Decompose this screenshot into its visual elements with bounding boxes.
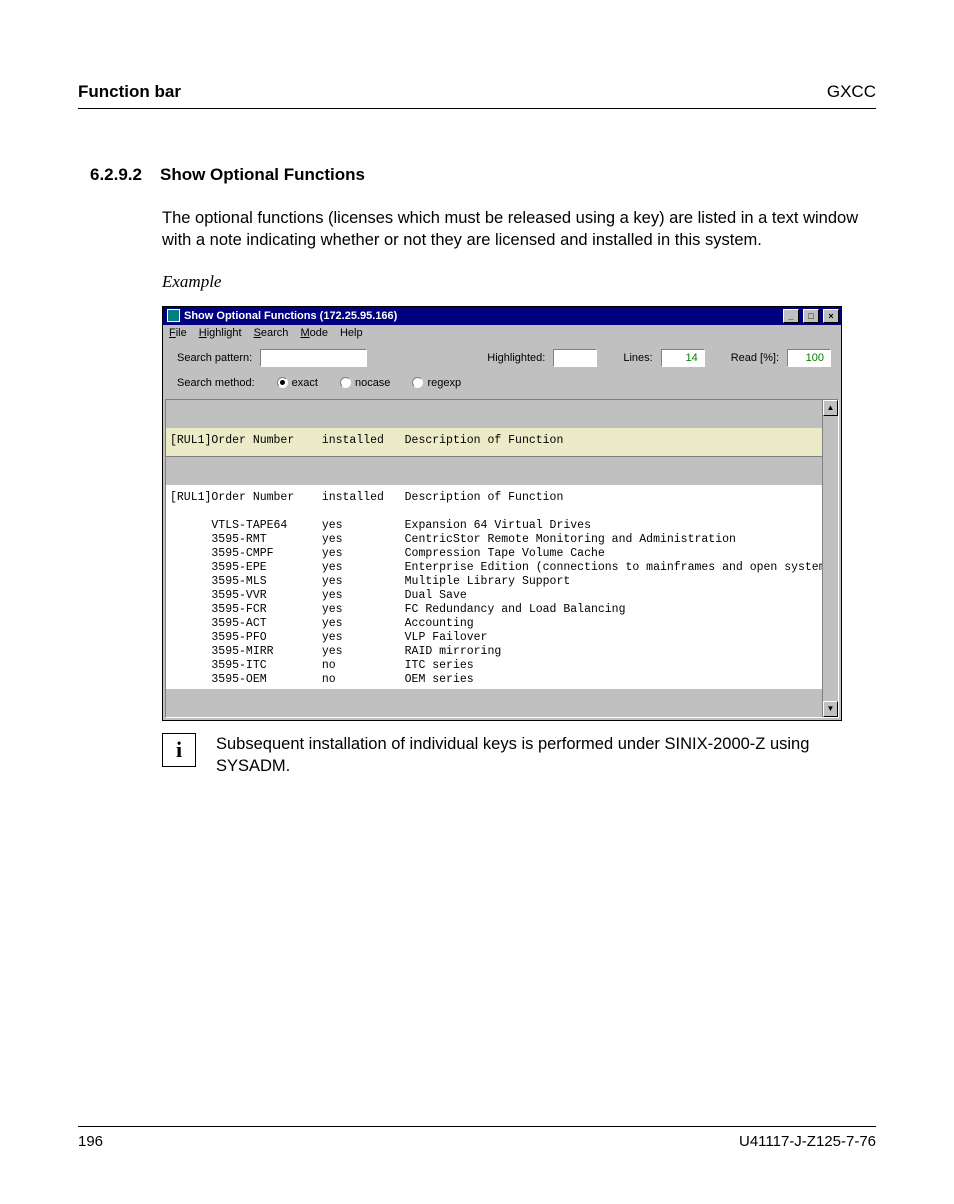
- search-row-2: Search method: exact nocase regexp: [163, 371, 841, 399]
- menu-help[interactable]: Help: [340, 327, 363, 339]
- section-paragraph: The optional functions (licenses which m…: [162, 207, 876, 252]
- dialog-window: Show Optional Functions (172.25.95.166) …: [162, 306, 842, 721]
- menu-mode[interactable]: Mode: [300, 327, 328, 339]
- vertical-scrollbar[interactable]: ▲ ▼: [822, 400, 838, 717]
- lines-value: 14: [661, 349, 705, 367]
- info-note-text: Subsequent installation of individual ke…: [216, 733, 876, 778]
- close-button[interactable]: ×: [823, 309, 839, 323]
- doc-id: U41117-J-Z125-7-76: [739, 1133, 876, 1150]
- menu-highlight[interactable]: Highlight: [199, 327, 242, 339]
- radio-nocase-label: nocase: [355, 377, 390, 389]
- section-heading: 6.2.9.2 Show Optional Functions: [78, 165, 876, 185]
- info-note: i Subsequent installation of individual …: [162, 733, 876, 778]
- minimize-button[interactable]: _: [783, 309, 799, 323]
- menu-search[interactable]: Search: [254, 327, 289, 339]
- search-method-label: Search method:: [177, 377, 255, 389]
- example-label: Example: [162, 272, 876, 292]
- radio-dot-icon: [340, 377, 351, 388]
- info-icon: i: [162, 733, 196, 767]
- window-title: Show Optional Functions (172.25.95.166): [184, 310, 781, 322]
- readpct-value: 100: [787, 349, 831, 367]
- text-pane: [RUL1]Order Number installed Description…: [165, 399, 839, 718]
- page-header: Function bar GXCC: [78, 82, 876, 109]
- scroll-up-icon[interactable]: ▲: [823, 400, 838, 416]
- section-title: Show Optional Functions: [160, 165, 365, 185]
- page-number: 196: [78, 1133, 103, 1150]
- search-row-1: Search pattern: Highlighted: Lines: 14 R…: [163, 341, 841, 371]
- radio-exact[interactable]: exact: [277, 377, 318, 389]
- radio-dot-icon: [412, 377, 423, 388]
- highlighted-value: [553, 349, 597, 367]
- titlebar[interactable]: Show Optional Functions (172.25.95.166) …: [163, 307, 841, 325]
- radio-regexp-label: regexp: [427, 377, 461, 389]
- highlighted-label: Highlighted:: [487, 352, 545, 364]
- header-left: Function bar: [78, 82, 181, 102]
- search-pattern-label: Search pattern:: [177, 352, 252, 364]
- scroll-down-icon[interactable]: ▼: [823, 701, 838, 717]
- search-pattern-input[interactable]: [260, 349, 367, 367]
- section-number: 6.2.9.2: [78, 165, 142, 185]
- columns-header-fixed: [RUL1]Order Number installed Description…: [166, 428, 838, 457]
- header-right: GXCC: [827, 82, 876, 102]
- page-footer: 196 U41117-J-Z125-7-76: [78, 1126, 876, 1150]
- radio-exact-label: exact: [292, 377, 318, 389]
- readpct-label: Read [%]:: [731, 352, 779, 364]
- text-pane-inner: [RUL1]Order Number installed Description…: [166, 400, 838, 717]
- menu-file[interactable]: File: [169, 327, 187, 339]
- text-body: [RUL1]Order Number installed Description…: [166, 485, 838, 689]
- lines-label: Lines:: [623, 352, 652, 364]
- maximize-button[interactable]: □: [803, 309, 819, 323]
- app-icon: [167, 309, 180, 322]
- radio-nocase[interactable]: nocase: [340, 377, 390, 389]
- menubar: File Highlight Search Mode Help: [163, 325, 841, 341]
- radio-dot-icon: [277, 377, 288, 388]
- radio-regexp[interactable]: regexp: [412, 377, 461, 389]
